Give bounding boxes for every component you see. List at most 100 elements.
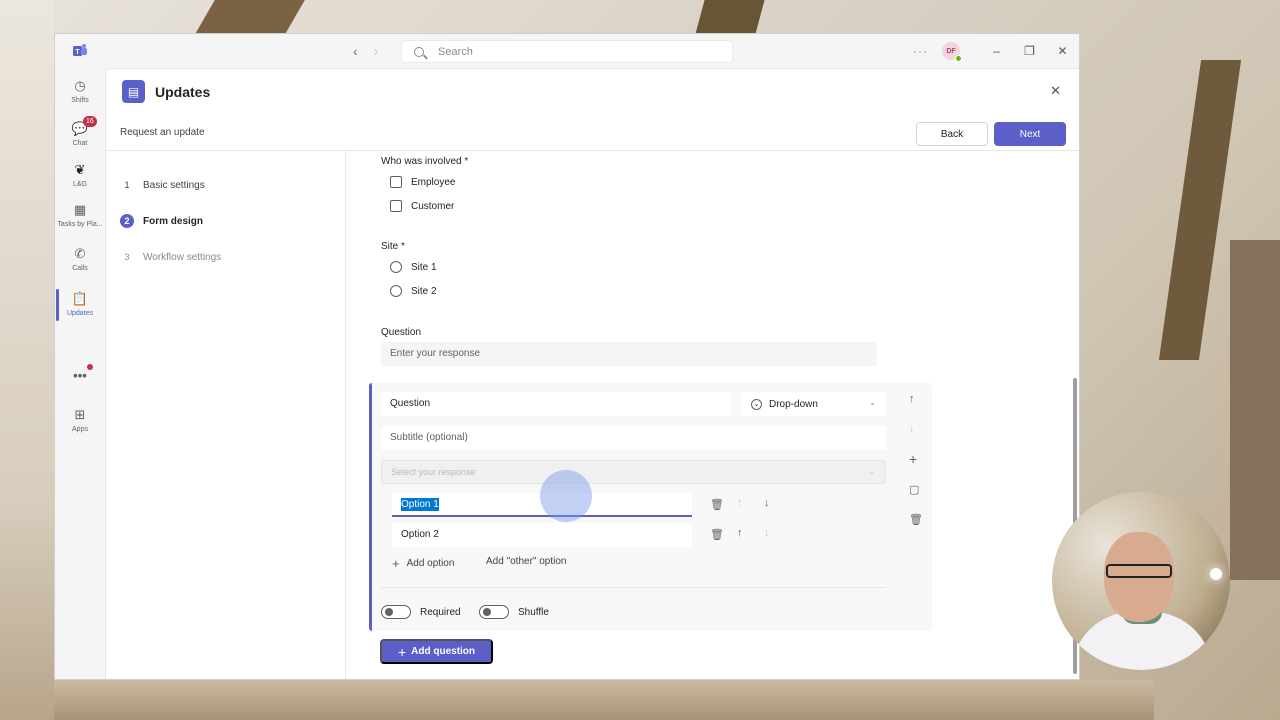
checkbox-employee[interactable] xyxy=(390,176,402,188)
select-placeholder: Select your response xyxy=(391,467,476,477)
required-marker: * xyxy=(464,156,469,167)
unread-badge: 16 xyxy=(83,116,97,127)
breadcrumb: Request an update xyxy=(120,127,205,138)
required-toggle[interactable] xyxy=(381,605,411,619)
divider xyxy=(381,587,886,588)
rail-item-updates[interactable]: 📋 Updates xyxy=(55,289,105,321)
add-question-button[interactable]: + Add question xyxy=(380,639,493,664)
required-marker: * xyxy=(401,241,405,252)
back-button[interactable]: Back xyxy=(916,122,988,146)
next-button[interactable]: Next xyxy=(994,122,1066,146)
add-other-option-button[interactable]: Add "other" option xyxy=(486,556,567,567)
step-label: Form design xyxy=(143,215,204,227)
required-label: Required xyxy=(420,607,461,618)
response-input[interactable]: Enter your response xyxy=(381,342,877,366)
subtitle-input[interactable]: Subtitle (optional) xyxy=(381,426,886,450)
question-label: Who was involved * xyxy=(381,156,468,167)
dropdown-type-icon: ⌄ xyxy=(751,398,762,410)
form-designer: Who was involved * Employee Customer Sit… xyxy=(347,151,1079,679)
apps-plus-icon: ⊞ xyxy=(74,407,86,422)
back-arrow-icon[interactable]: ‹ xyxy=(353,43,358,59)
step-number: 2 xyxy=(120,214,134,228)
restore-icon[interactable]: ❐ xyxy=(1013,44,1046,58)
rail-item-more[interactable]: ••• xyxy=(55,368,105,387)
rail-item-label: Calls xyxy=(72,265,88,272)
rail-item-chat[interactable]: 💬 16 Chat xyxy=(55,116,105,147)
rail-item-tasks[interactable]: ▦ Tasks by Pla... xyxy=(55,202,105,228)
delete-question-icon[interactable]: 🗑 xyxy=(909,513,923,526)
question-label-text: Who was involved xyxy=(381,156,462,167)
avatar[interactable]: DF xyxy=(942,42,962,62)
wizard-steps: 1 Basic settings 2 Form design 3 Workflo… xyxy=(106,151,346,679)
svg-text:T: T xyxy=(75,49,80,56)
plus-icon: + xyxy=(392,556,400,571)
question-title-input[interactable]: Question xyxy=(381,392,731,416)
cursor-highlight xyxy=(540,470,592,522)
step-number: 3 xyxy=(124,252,130,262)
rail-item-label: Apps xyxy=(72,426,88,433)
option-label: Customer xyxy=(411,201,455,212)
avatar-initials: DF xyxy=(946,47,956,55)
shifts-icon: ◷ xyxy=(74,78,86,93)
history-nav: ‹ › xyxy=(353,43,378,59)
webcam-person-glasses xyxy=(1106,564,1172,578)
question-type-label: Drop-down xyxy=(769,398,818,410)
delete-option-icon[interactable]: 🗑 xyxy=(710,528,724,541)
search-input[interactable]: Search xyxy=(401,40,733,63)
close-window-icon[interactable]: ✕ xyxy=(1046,44,1079,58)
move-down-icon[interactable]: ↓ xyxy=(764,497,770,509)
option-label: Site 1 xyxy=(411,262,437,273)
updates-app-icon: ▤ xyxy=(122,80,145,103)
more-apps-icon: ••• xyxy=(73,368,87,383)
step-basic-settings[interactable]: 1 Basic settings xyxy=(120,178,205,192)
rail-item-lg[interactable]: ❦ L&G xyxy=(55,162,105,188)
radio-site-1[interactable] xyxy=(390,261,402,273)
copy-question-icon[interactable]: ▢ xyxy=(909,483,919,496)
app-header: ▤ Updates ✕ xyxy=(106,69,1079,117)
move-question-down-icon[interactable]: ↓ xyxy=(909,423,915,435)
question-label: Question xyxy=(381,327,422,338)
move-up-icon[interactable]: ↑ xyxy=(737,527,743,539)
search-placeholder: Search xyxy=(438,45,473,58)
rail-item-shifts[interactable]: ◷ Shifts xyxy=(55,78,105,104)
question-type-dropdown[interactable]: ⌄ Drop-down ⌄ xyxy=(741,392,886,416)
question-editor-card: Question ⌄ Drop-down ⌄ Subtitle (optiona… xyxy=(369,383,932,631)
add-option-button[interactable]: + Add option xyxy=(392,556,454,571)
minimize-icon[interactable]: – xyxy=(980,44,1013,58)
option-input-2[interactable]: Option 2 xyxy=(392,523,692,547)
move-up-icon[interactable]: ↑ xyxy=(737,497,743,509)
forward-arrow-icon[interactable]: › xyxy=(374,43,379,59)
checkbox-customer[interactable] xyxy=(390,200,402,212)
step-label: Workflow settings xyxy=(143,251,222,263)
shuffle-toggle[interactable] xyxy=(479,605,509,619)
chat-icon: 💬 xyxy=(71,121,89,136)
rail-item-apps[interactable]: ⊞ Apps xyxy=(55,407,105,433)
rail-item-label: Updates xyxy=(66,310,94,317)
webcam-light xyxy=(1210,568,1222,580)
move-down-icon[interactable]: ↓ xyxy=(764,527,770,539)
close-icon[interactable]: ✕ xyxy=(1050,83,1061,99)
option-text: Option 2 xyxy=(401,529,439,540)
wizard-header: Request an update Back Next xyxy=(106,117,1079,151)
step-workflow-settings[interactable]: 3 Workflow settings xyxy=(120,250,221,264)
background-beam xyxy=(1158,60,1242,360)
insert-question-icon[interactable]: + xyxy=(909,451,917,467)
background-wall xyxy=(0,0,54,720)
page-title: Updates xyxy=(155,84,211,100)
more-options-icon[interactable]: ··· xyxy=(913,44,928,58)
question-label: Site * xyxy=(381,241,405,252)
app-rail: ◷ Shifts 💬 16 Chat ❦ L&G ▦ Tasks by Pla.… xyxy=(55,68,105,679)
updates-icon: 📋 xyxy=(71,291,89,306)
radio-site-2[interactable] xyxy=(390,285,402,297)
response-preview-select: Select your response ⌄ xyxy=(381,460,886,484)
step-label: Basic settings xyxy=(143,179,205,191)
step-form-design[interactable]: 2 Form design xyxy=(120,214,203,228)
rail-item-label: L&G xyxy=(72,181,87,188)
presence-available-icon xyxy=(955,55,962,62)
move-question-up-icon[interactable]: ↑ xyxy=(909,393,915,405)
shuffle-label: Shuffle xyxy=(518,607,549,618)
delete-option-icon[interactable]: 🗑 xyxy=(710,498,724,511)
plus-icon: + xyxy=(397,643,407,660)
chevron-down-icon: ⌄ xyxy=(868,467,875,476)
rail-item-calls[interactable]: ✆ Calls xyxy=(55,246,105,272)
